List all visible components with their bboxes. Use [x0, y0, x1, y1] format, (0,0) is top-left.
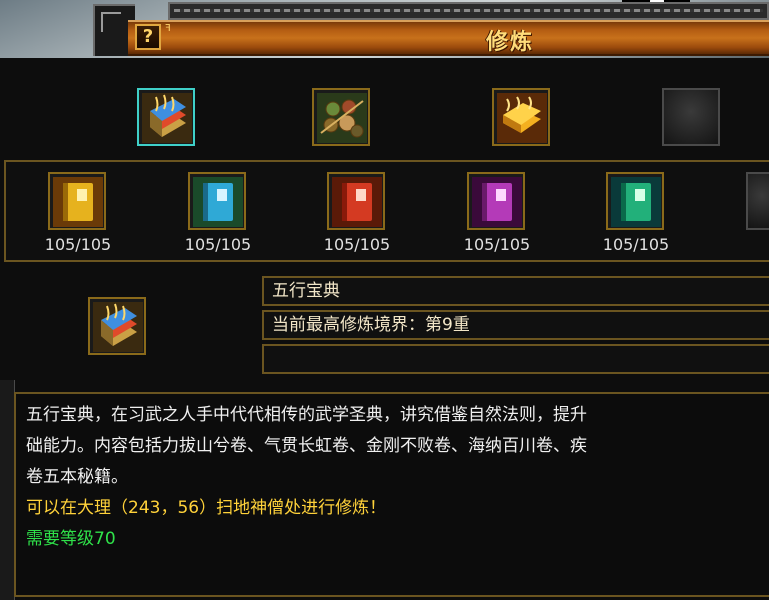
wuxing-baodian-book-icon	[93, 302, 143, 352]
description-line-3: 卷五本秘籍。	[26, 467, 128, 487]
green-book-icon	[611, 177, 661, 227]
skill-book-slot-partial[interactable]	[746, 172, 769, 230]
window-top-strip	[168, 2, 769, 20]
category-slot-empty[interactable]	[662, 88, 720, 146]
skill-book-slot-2[interactable]	[188, 172, 246, 230]
window-title: 修炼	[485, 30, 534, 55]
category-slot-scrolls[interactable]	[312, 88, 370, 146]
skill-book-count-5: 105/105	[602, 235, 670, 254]
help-button[interactable]: ?	[135, 24, 161, 50]
red-book-icon	[332, 177, 382, 227]
yellow-book-icon	[53, 177, 103, 227]
skill-book-slot-4[interactable]	[467, 172, 525, 230]
scroll-bundle-icon	[317, 93, 367, 143]
extra-info-field	[262, 344, 769, 374]
skill-book-slot-1[interactable]	[48, 172, 106, 230]
cyan-book-icon	[193, 177, 243, 227]
description-box[interactable]: 五行宝典，在习武之人手中代代相传的武学圣典，讲究借鉴自然法则，提升 础能力。内容…	[14, 392, 769, 597]
item-name-field: 五行宝典	[262, 276, 769, 306]
purple-book-icon	[472, 177, 522, 227]
selected-item-slot[interactable]	[88, 297, 146, 355]
wuxing-baodian-book-icon	[142, 93, 192, 143]
location-hint: 可以在大理（243，56）扫地神僧处进行修炼！	[26, 498, 387, 518]
left-frame-edge	[0, 380, 15, 600]
skill-book-count-4: 105/105	[463, 235, 531, 254]
skill-book-slot-5[interactable]	[606, 172, 664, 230]
realm-field: 当前最高修炼境界：第9重	[262, 310, 769, 340]
category-slot-wuxing-baodian[interactable]	[137, 88, 195, 146]
skill-book-count-3: 105/105	[323, 235, 391, 254]
skill-book-count-2: 105/105	[184, 235, 252, 254]
category-slot-treasure[interactable]	[492, 88, 550, 146]
pin-icon[interactable]: ꟻ	[165, 24, 175, 34]
skill-book-slot-3[interactable]	[327, 172, 385, 230]
description-line-1: 五行宝典，在习武之人手中代代相传的武学圣典，讲究借鉴自然法则，提升	[26, 405, 587, 425]
level-requirement: 需要等级70	[26, 529, 116, 549]
skill-book-count-1: 105/105	[44, 235, 112, 254]
golden-treasure-icon	[497, 93, 547, 143]
description-line-2: 础能力。内容包括力拔山兮卷、气贯长虹卷、金刚不败卷、海纳百川卷、疾	[26, 436, 587, 456]
